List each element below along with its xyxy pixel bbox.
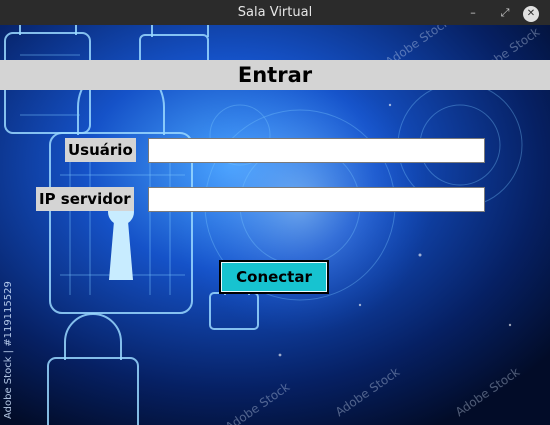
maximize-icon[interactable]: ⤢ xyxy=(494,0,516,25)
username-label: Usuário xyxy=(65,138,136,162)
server-ip-label: IP servidor xyxy=(36,187,134,211)
heading-band: Entrar xyxy=(0,60,550,90)
login-panel: Adobe Stock Adobe Stock Adobe Stock Adob… xyxy=(0,25,550,425)
image-credit: Adobe Stock | #119115529 xyxy=(3,281,14,419)
minimize-icon[interactable]: – xyxy=(462,0,484,25)
connect-button[interactable]: Conectar xyxy=(219,260,329,294)
server-ip-input[interactable] xyxy=(148,187,485,212)
window-titlebar[interactable]: Sala Virtual – ⤢ ✕ xyxy=(0,0,550,25)
close-icon: ✕ xyxy=(523,6,539,22)
username-input[interactable] xyxy=(148,138,485,163)
page-title: Entrar xyxy=(237,63,313,87)
close-button[interactable]: ✕ xyxy=(520,0,542,25)
